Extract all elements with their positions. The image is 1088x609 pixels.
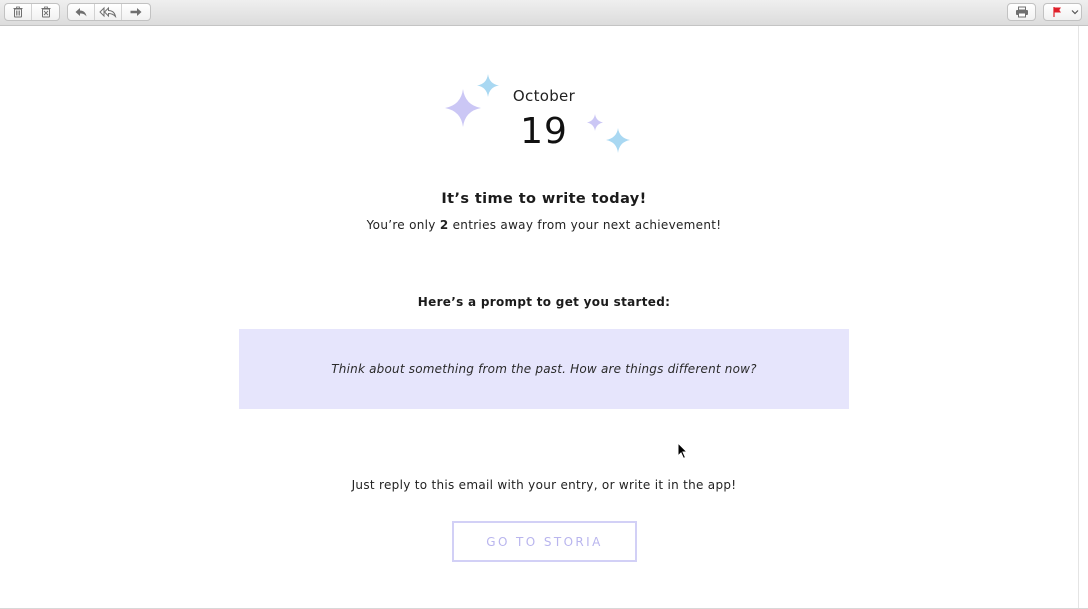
chevron-down-icon xyxy=(1071,10,1079,15)
flag-button-group xyxy=(1043,3,1082,21)
message-toolbar xyxy=(0,0,1088,26)
reply-instructions: Just reply to this email with your entry… xyxy=(351,478,737,492)
prompt-label: Here’s a prompt to get you started: xyxy=(417,295,671,309)
reply-button-group xyxy=(67,3,151,21)
forward-button[interactable] xyxy=(122,4,149,20)
delete-button-group xyxy=(4,3,60,21)
reply-icon xyxy=(75,8,87,17)
trash-button[interactable] xyxy=(5,4,32,20)
vertical-scrollbar[interactable] xyxy=(1078,26,1088,609)
mail-window: October 19 It’s time to write today! You… xyxy=(0,0,1088,609)
prompt-box: Think about something from the past. How… xyxy=(239,329,849,409)
achievement-suffix: entries away from your next achievement! xyxy=(452,218,722,232)
junk-icon xyxy=(41,6,50,18)
reply-all-button[interactable] xyxy=(95,4,122,20)
print-button-group xyxy=(1007,3,1036,21)
date-day: 19 xyxy=(520,111,568,152)
forward-icon xyxy=(130,8,141,16)
email-body: October 19 It’s time to write today! You… xyxy=(0,26,1078,609)
flag-menu-button[interactable] xyxy=(1069,4,1081,20)
junk-button[interactable] xyxy=(32,4,59,20)
go-to-storia-button[interactable]: GO TO STORIA xyxy=(452,521,637,562)
headline: It’s time to write today! xyxy=(441,191,647,207)
achievement-count: 2 xyxy=(439,218,449,232)
flag-button[interactable] xyxy=(1044,4,1069,20)
prompt-text: Think about something from the past. How… xyxy=(331,362,757,376)
achievement-prefix: You’re only xyxy=(366,218,436,232)
date-month: October xyxy=(512,87,576,105)
mouse-cursor-icon xyxy=(677,442,689,460)
achievement-line: You’re only 2 entries away from your nex… xyxy=(0,218,1088,232)
print-button[interactable] xyxy=(1008,4,1035,20)
reply-all-icon xyxy=(99,6,117,18)
print-icon xyxy=(1015,6,1028,18)
trash-icon xyxy=(13,6,23,18)
flag-icon xyxy=(1052,7,1061,17)
reply-button[interactable] xyxy=(68,4,95,20)
